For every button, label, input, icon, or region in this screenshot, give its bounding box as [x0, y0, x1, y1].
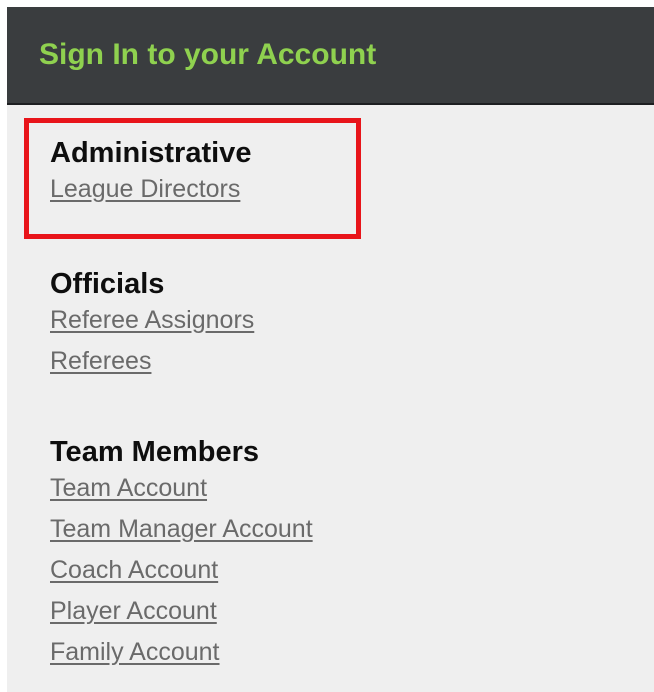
team-account-link[interactable]: Team Account — [50, 474, 207, 502]
section-heading-administrative: Administrative — [50, 137, 252, 169]
list-item: Coach Account — [50, 553, 313, 594]
section-heading-officials: Officials — [50, 268, 165, 300]
list-item: Player Account — [50, 594, 313, 635]
list-item: Referee Assignors — [50, 303, 254, 344]
link-list-administrative: League Directors — [50, 172, 251, 213]
list-item: Team Account — [50, 471, 313, 512]
family-account-link[interactable]: Family Account — [50, 638, 220, 666]
player-account-link[interactable]: Player Account — [50, 597, 217, 625]
list-item: Family Account — [50, 635, 313, 676]
page-title: Sign In to your Account — [39, 38, 377, 71]
section-officials: Officials Referee Assignors Referees — [50, 267, 254, 385]
list-item: Team Manager Account — [50, 512, 313, 553]
team-manager-account-link[interactable]: Team Manager Account — [50, 515, 313, 543]
sign-in-panel: Sign In to your Account Administrative L… — [7, 7, 654, 692]
coach-account-link[interactable]: Coach Account — [50, 556, 218, 584]
section-administrative: Administrative League Directors — [50, 136, 251, 213]
referee-assignors-link[interactable]: Referee Assignors — [50, 306, 254, 334]
link-list-officials: Referee Assignors Referees — [50, 303, 254, 385]
list-item: League Directors — [50, 172, 251, 213]
section-team-members: Team Members Team Account Team Manager A… — [50, 435, 313, 676]
referees-link[interactable]: Referees — [50, 347, 151, 375]
section-heading-team-members: Team Members — [50, 436, 259, 468]
link-list-team-members: Team Account Team Manager Account Coach … — [50, 471, 313, 676]
list-item: Referees — [50, 344, 254, 385]
league-directors-link[interactable]: League Directors — [50, 175, 240, 203]
panel-header: Sign In to your Account — [7, 7, 654, 105]
